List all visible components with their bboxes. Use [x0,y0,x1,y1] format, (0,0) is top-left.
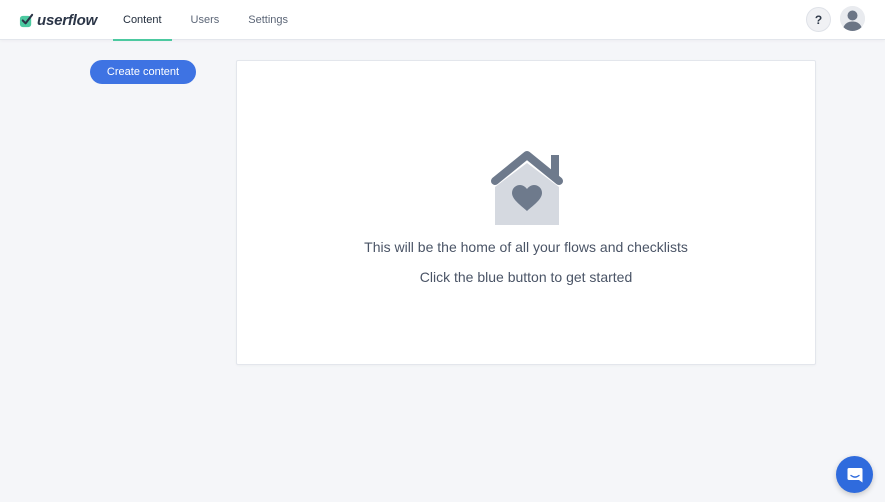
empty-state-subline: Click the blue button to get started [419,269,633,285]
app-logo[interactable]: userflow [19,10,97,30]
chat-icon [847,467,862,482]
tab-settings[interactable]: Settings [238,0,298,40]
question-icon: ? [814,12,823,27]
empty-state-headline: This will be the home of all your flows … [364,239,688,255]
tab-users[interactable]: Users [181,0,230,40]
brand-name: userflow [37,11,98,29]
empty-state-card: This will be the home of all your flows … [236,60,816,365]
house-heart-icon [485,149,569,225]
chat-launcher-button[interactable] [836,456,873,493]
userflow-logo-icon [19,13,34,27]
create-content-button[interactable]: Create content [90,60,196,84]
top-bar: userflow Content Users Settings ? [0,0,885,41]
tab-content[interactable]: Content [113,0,172,41]
user-avatar-icon [840,6,865,31]
main-nav: Content Users Settings [113,0,298,41]
user-avatar-button[interactable] [840,6,865,31]
help-button[interactable]: ? [806,7,831,32]
